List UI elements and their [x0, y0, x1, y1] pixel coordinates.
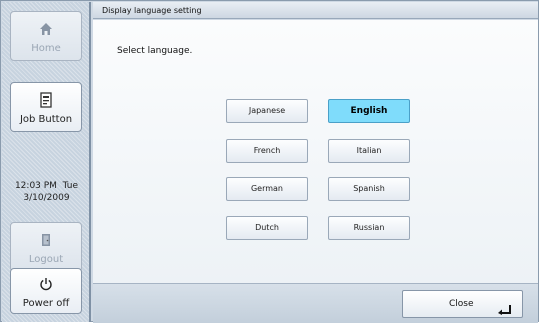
app-frame: Home Job Button 12:03 PM Tue 3/10/2009 L… [0, 0, 539, 323]
language-option-spanish[interactable]: Spanish [328, 177, 410, 201]
logout-label: Logout [28, 253, 64, 265]
power-off-button[interactable]: Power off [10, 268, 82, 314]
footer-bar: Close [93, 283, 538, 323]
select-language-prompt: Select language. [117, 46, 193, 56]
clock-date: 3/10/2009 [23, 193, 70, 203]
power-icon [39, 274, 53, 294]
language-option-french[interactable]: French [226, 139, 308, 163]
close-label: Close [449, 299, 474, 309]
language-content: Select language. Japanese English French… [93, 20, 538, 283]
sidebar: Home Job Button 12:03 PM Tue 3/10/2009 L… [2, 2, 91, 322]
home-button[interactable]: Home [10, 11, 82, 61]
clock: 12:03 PM Tue 3/10/2009 [2, 180, 91, 204]
power-off-label: Power off [22, 297, 70, 309]
language-option-german[interactable]: German [226, 177, 308, 201]
enter-return-icon [498, 300, 512, 326]
job-document-icon [39, 90, 53, 110]
home-label: Home [31, 42, 61, 54]
language-option-russian[interactable]: Russian [328, 216, 410, 240]
home-icon [39, 19, 53, 39]
language-option-japanese[interactable]: Japanese [226, 99, 308, 123]
language-option-dutch[interactable]: Dutch [226, 216, 308, 240]
job-button-label: Job Button [19, 113, 73, 125]
close-button[interactable]: Close [402, 290, 523, 318]
job-button[interactable]: Job Button [10, 82, 82, 132]
logout-door-icon [40, 230, 52, 250]
logout-button[interactable]: Logout [10, 222, 82, 272]
main-panel: Display language setting Select language… [93, 2, 538, 323]
language-option-english[interactable]: English [328, 99, 410, 123]
clock-time: 12:03 PM Tue [14, 181, 79, 191]
language-option-italian[interactable]: Italian [328, 139, 410, 163]
window-title: Display language setting [93, 2, 538, 19]
